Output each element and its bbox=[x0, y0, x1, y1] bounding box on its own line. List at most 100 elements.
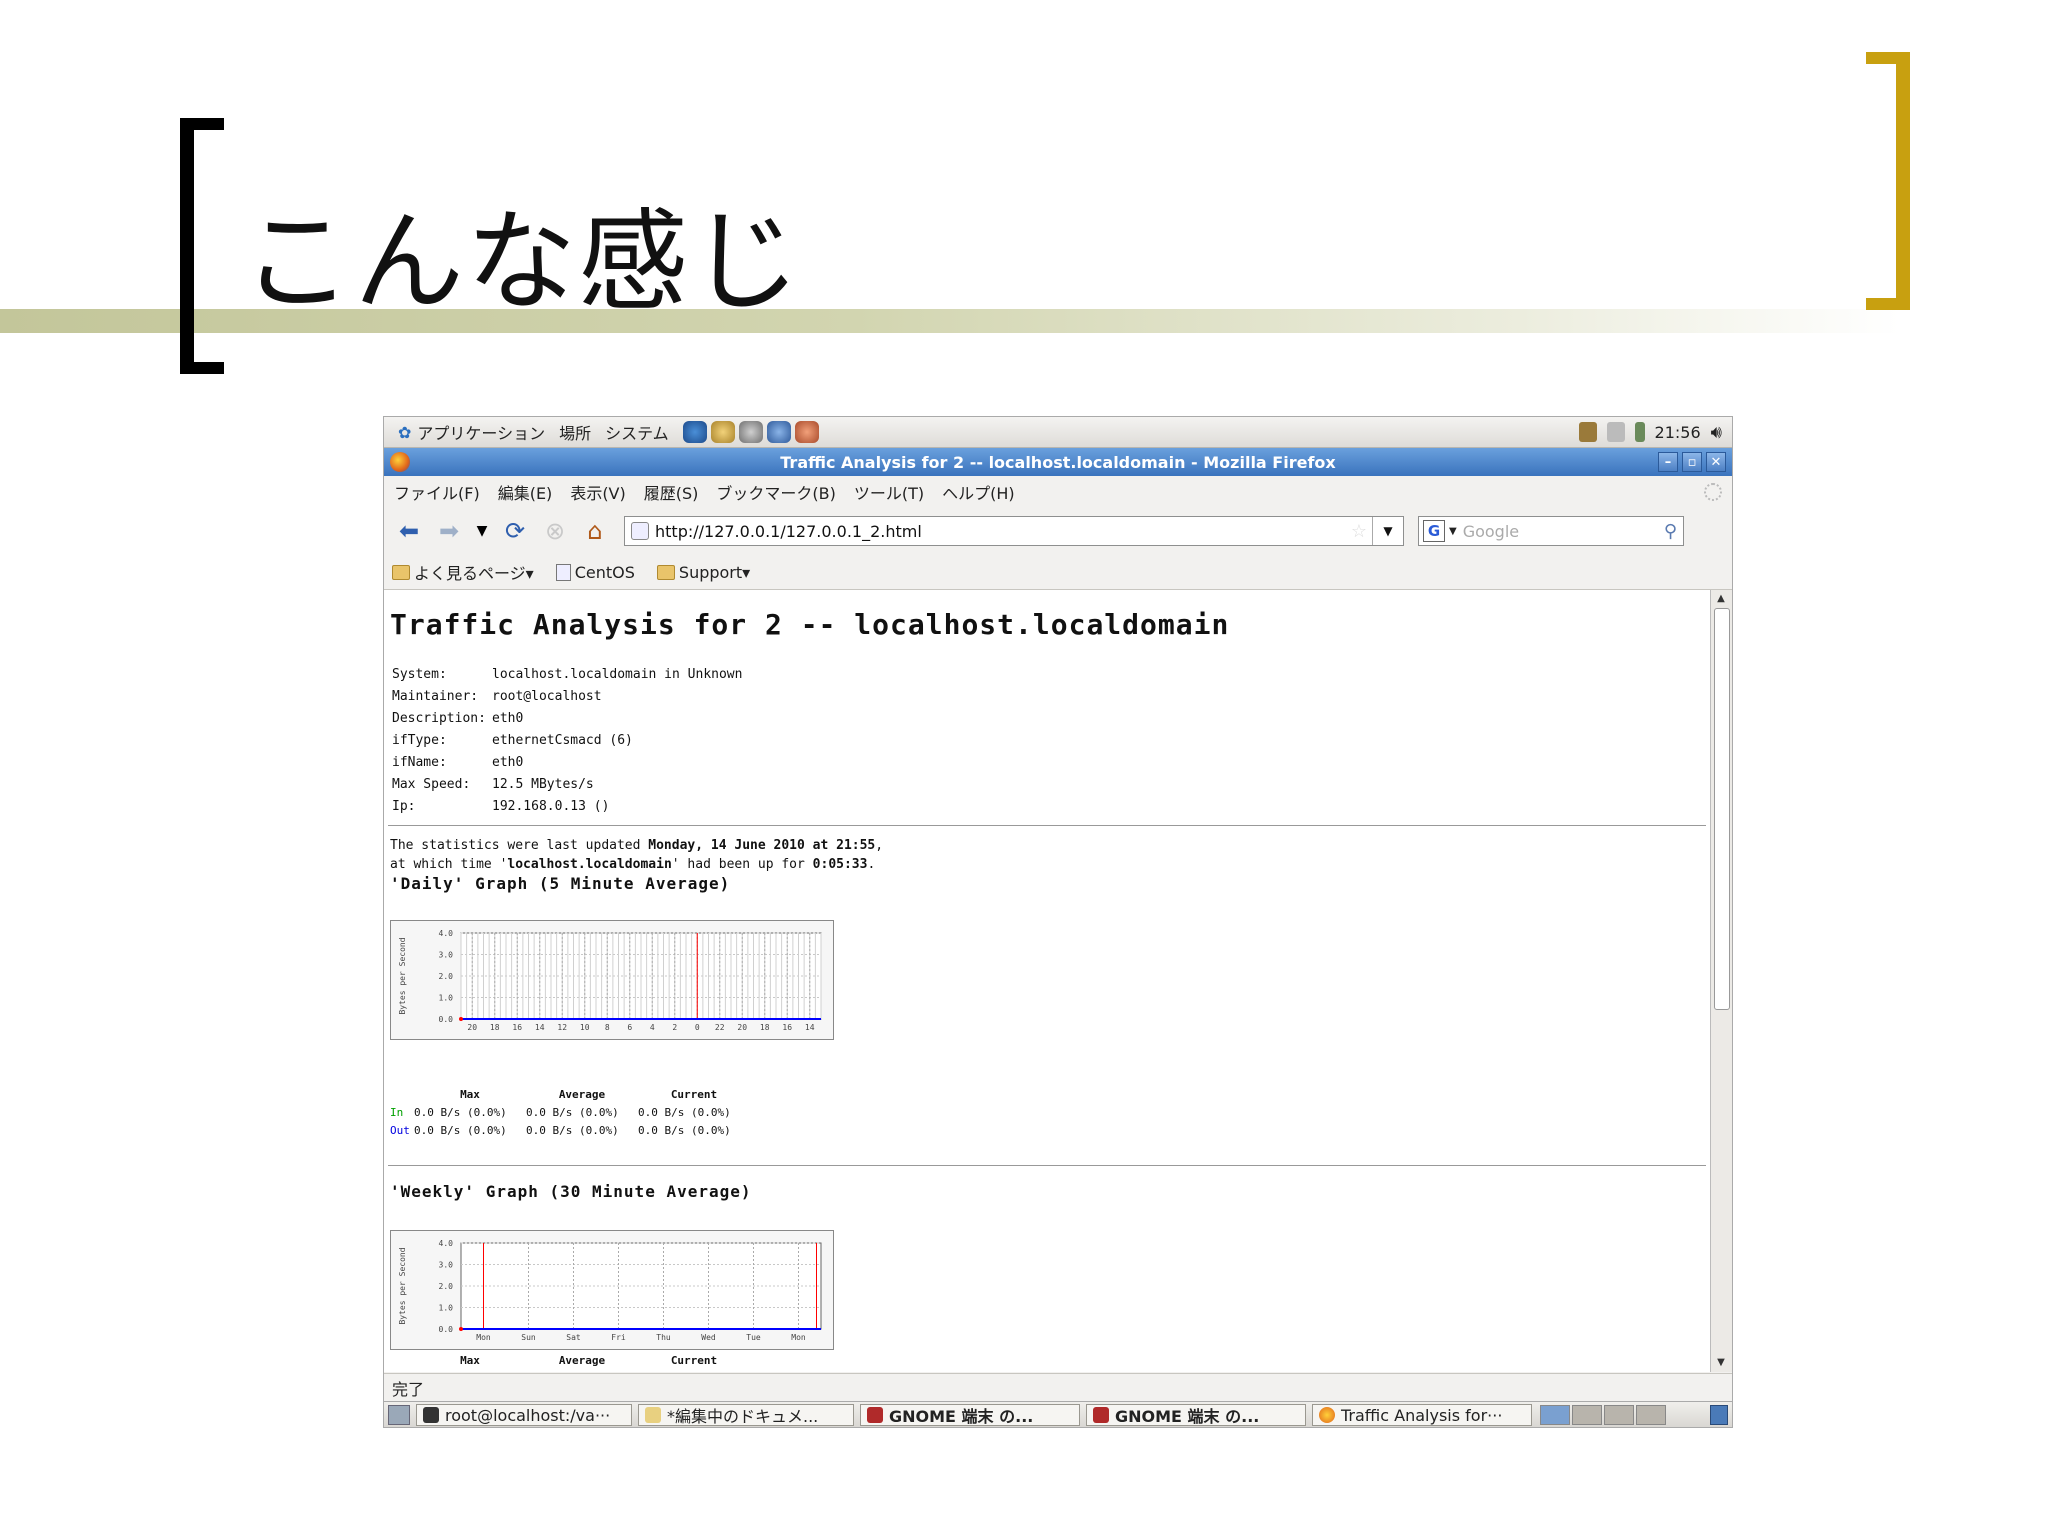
url-bar[interactable]: http://127.0.0.1/127.0.0.1_2.html ☆ ▼ bbox=[624, 516, 1404, 546]
folder-icon bbox=[392, 564, 410, 580]
forward-button[interactable]: ➡ bbox=[434, 516, 464, 546]
bookmarks-toolbar: よく見るページ▾ CentOS Support▾ bbox=[384, 555, 1732, 590]
terminal-icon bbox=[423, 1407, 439, 1423]
info-key: ifName: bbox=[392, 755, 447, 770]
search-bar[interactable]: G ▼ Google ⚲ bbox=[1418, 516, 1684, 546]
stat-text: ' had been up for bbox=[671, 857, 813, 872]
presentation-launcher-icon[interactable] bbox=[766, 421, 791, 443]
x-tick-label: 14 bbox=[805, 1023, 815, 1032]
trash-icon[interactable] bbox=[1710, 1405, 1728, 1425]
stat-text: The statistics were last updated bbox=[390, 838, 649, 853]
volume-icon[interactable]: 🔊︎ bbox=[1711, 422, 1722, 443]
gnome-foot-icon: ✿ bbox=[398, 422, 412, 442]
divider bbox=[388, 1165, 1706, 1166]
panel-clock[interactable]: 21:56 bbox=[1655, 423, 1701, 442]
task-gnome-terminal-2[interactable]: GNOME 端末 の... bbox=[1086, 1404, 1306, 1426]
note-launcher-icon[interactable] bbox=[794, 421, 819, 443]
workspace-3[interactable] bbox=[1604, 1405, 1634, 1425]
info-value: 12.5 MBytes/s bbox=[492, 777, 594, 792]
close-button[interactable]: ✕ bbox=[1706, 452, 1726, 472]
search-icon[interactable]: ⚲ bbox=[1664, 521, 1677, 542]
workspace-4[interactable] bbox=[1636, 1405, 1666, 1425]
maximize-button[interactable]: ▫ bbox=[1682, 452, 1702, 472]
info-value: eth0 bbox=[492, 755, 524, 770]
url-text: http://127.0.0.1/127.0.0.1_2.html bbox=[655, 521, 922, 541]
x-tick-label: 4 bbox=[650, 1023, 655, 1032]
search-engine-icon[interactable]: G bbox=[1423, 520, 1445, 542]
stop-button[interactable]: ⊗ bbox=[540, 516, 570, 546]
search-engine-chevron-icon[interactable]: ▼ bbox=[1449, 526, 1457, 537]
applications-menu[interactable]: ✿ アプリケーション bbox=[398, 420, 545, 444]
text-editor-icon bbox=[645, 1407, 661, 1423]
history-dropdown-button[interactable]: ▼ bbox=[474, 516, 490, 546]
url-dropdown-button[interactable]: ▼ bbox=[1372, 517, 1403, 545]
task-gnome-terminal-1[interactable]: GNOME 端末 の... bbox=[860, 1404, 1080, 1426]
info-key: ifType: bbox=[392, 733, 447, 748]
navigation-toolbar: ⬅ ➡ ▼ ⟳ ⊗ ⌂ http://127.0.0.1/127.0.0.1_2… bbox=[384, 508, 1732, 554]
cell: 0.0 B/s (0.0%) bbox=[638, 1124, 731, 1137]
stat-text: . bbox=[867, 857, 876, 872]
bookmark-most-visited[interactable]: よく見るページ▾ bbox=[392, 560, 534, 584]
menu-edit[interactable]: 編集(E) bbox=[498, 480, 553, 504]
workspace-1[interactable] bbox=[1540, 1405, 1570, 1425]
mail-launcher-icon[interactable] bbox=[710, 421, 735, 443]
x-tick-label: 18 bbox=[490, 1023, 500, 1032]
battery-icon[interactable] bbox=[1634, 422, 1645, 442]
applications-menu-label: アプリケーション bbox=[417, 424, 546, 443]
scroll-down-icon[interactable]: ▼ bbox=[1714, 1356, 1728, 1370]
workspace-2[interactable] bbox=[1572, 1405, 1602, 1425]
window-buttons: – ▫ ✕ bbox=[1658, 452, 1726, 472]
system-menu[interactable]: システム bbox=[605, 420, 669, 444]
y-tick-label: 1.0 bbox=[439, 1304, 454, 1313]
cell: 0.0 B/s (0.0%) bbox=[414, 1370, 526, 1372]
x-tick-label: Wed bbox=[701, 1333, 716, 1342]
task-terminal-root[interactable]: root@localhost:/va··· bbox=[416, 1404, 632, 1426]
y-tick-label: 3.0 bbox=[439, 951, 454, 960]
daily-graph: 0.0 1.0 2.0 3.0 4.0 20 18 16 14 12 10 8 6 4 2 0 22 20 18 16… bbox=[390, 920, 834, 1040]
reload-button[interactable]: ⟳ bbox=[500, 516, 530, 546]
bookmark-label: CentOS bbox=[574, 562, 635, 582]
x-tick-label: 6 bbox=[627, 1023, 632, 1032]
weekly-graph: 0.0 1.0 2.0 3.0 4.0 Mon Sun Sat Fri Thu Wed Tue Mon B… bbox=[390, 1230, 834, 1350]
gnome-terminal-icon bbox=[1093, 1407, 1109, 1423]
bookmark-label: Support▾ bbox=[678, 562, 751, 582]
home-button[interactable]: ⌂ bbox=[580, 516, 610, 546]
bookmark-support[interactable]: Support▾ bbox=[656, 562, 751, 582]
editor-launcher-icon[interactable] bbox=[738, 421, 763, 443]
info-row: Ip: 192.168.0.13 () bbox=[392, 796, 742, 818]
minimize-button[interactable]: – bbox=[1658, 452, 1678, 472]
vertical-scrollbar[interactable]: ▲ ▼ bbox=[1710, 590, 1732, 1372]
daily-graph-title: 'Daily' Graph (5 Minute Average) bbox=[390, 874, 731, 893]
cell: 0.0 B/s (0.0%) bbox=[414, 1124, 507, 1137]
menu-history[interactable]: 履歴(S) bbox=[644, 480, 699, 504]
scroll-thumb[interactable] bbox=[1714, 608, 1730, 1010]
update-icon[interactable] bbox=[1578, 422, 1597, 442]
folder-icon bbox=[656, 564, 675, 580]
show-desktop-icon[interactable] bbox=[388, 1405, 410, 1425]
task-text-editor[interactable]: *編集中のドキュメ... bbox=[638, 1404, 854, 1426]
system-menu-label: システム bbox=[605, 424, 669, 443]
bookmark-centos[interactable]: CentOS bbox=[555, 562, 635, 582]
firefox-icon bbox=[390, 452, 410, 472]
site-identity-icon[interactable] bbox=[631, 522, 649, 540]
task-firefox[interactable]: Traffic Analysis for··· bbox=[1312, 1404, 1532, 1426]
menu-bookmarks[interactable]: ブックマーク(B) bbox=[716, 480, 835, 504]
window-titlebar[interactable]: Traffic Analysis for 2 -- localhost.loca… bbox=[384, 448, 1732, 476]
places-menu[interactable]: 場所 bbox=[559, 420, 591, 444]
back-button[interactable]: ⬅ bbox=[394, 516, 424, 546]
y-tick-label: 4.0 bbox=[439, 929, 454, 938]
info-value: ethernetCsmacd (6) bbox=[492, 733, 633, 748]
network-icon[interactable] bbox=[1606, 422, 1625, 442]
menu-view[interactable]: 表示(V) bbox=[570, 480, 625, 504]
system-info: System: localhost.localdomain in Unknown … bbox=[392, 664, 742, 818]
menu-help[interactable]: ヘルプ(H) bbox=[942, 480, 1015, 504]
bookmark-star-icon[interactable]: ☆ bbox=[1351, 521, 1367, 542]
menu-tools[interactable]: ツール(T) bbox=[854, 480, 924, 504]
info-row: Max Speed: 12.5 MBytes/s bbox=[392, 774, 742, 796]
weekly-graph-title: 'Weekly' Graph (30 Minute Average) bbox=[390, 1182, 752, 1201]
menu-file[interactable]: ファイル(F) bbox=[394, 480, 480, 504]
task-label: Traffic Analysis for··· bbox=[1341, 1405, 1503, 1425]
y-axis-label: Bytes per Second bbox=[398, 937, 407, 1014]
web-browser-launcher-icon[interactable] bbox=[682, 421, 707, 443]
scroll-up-icon[interactable]: ▲ bbox=[1714, 592, 1728, 606]
